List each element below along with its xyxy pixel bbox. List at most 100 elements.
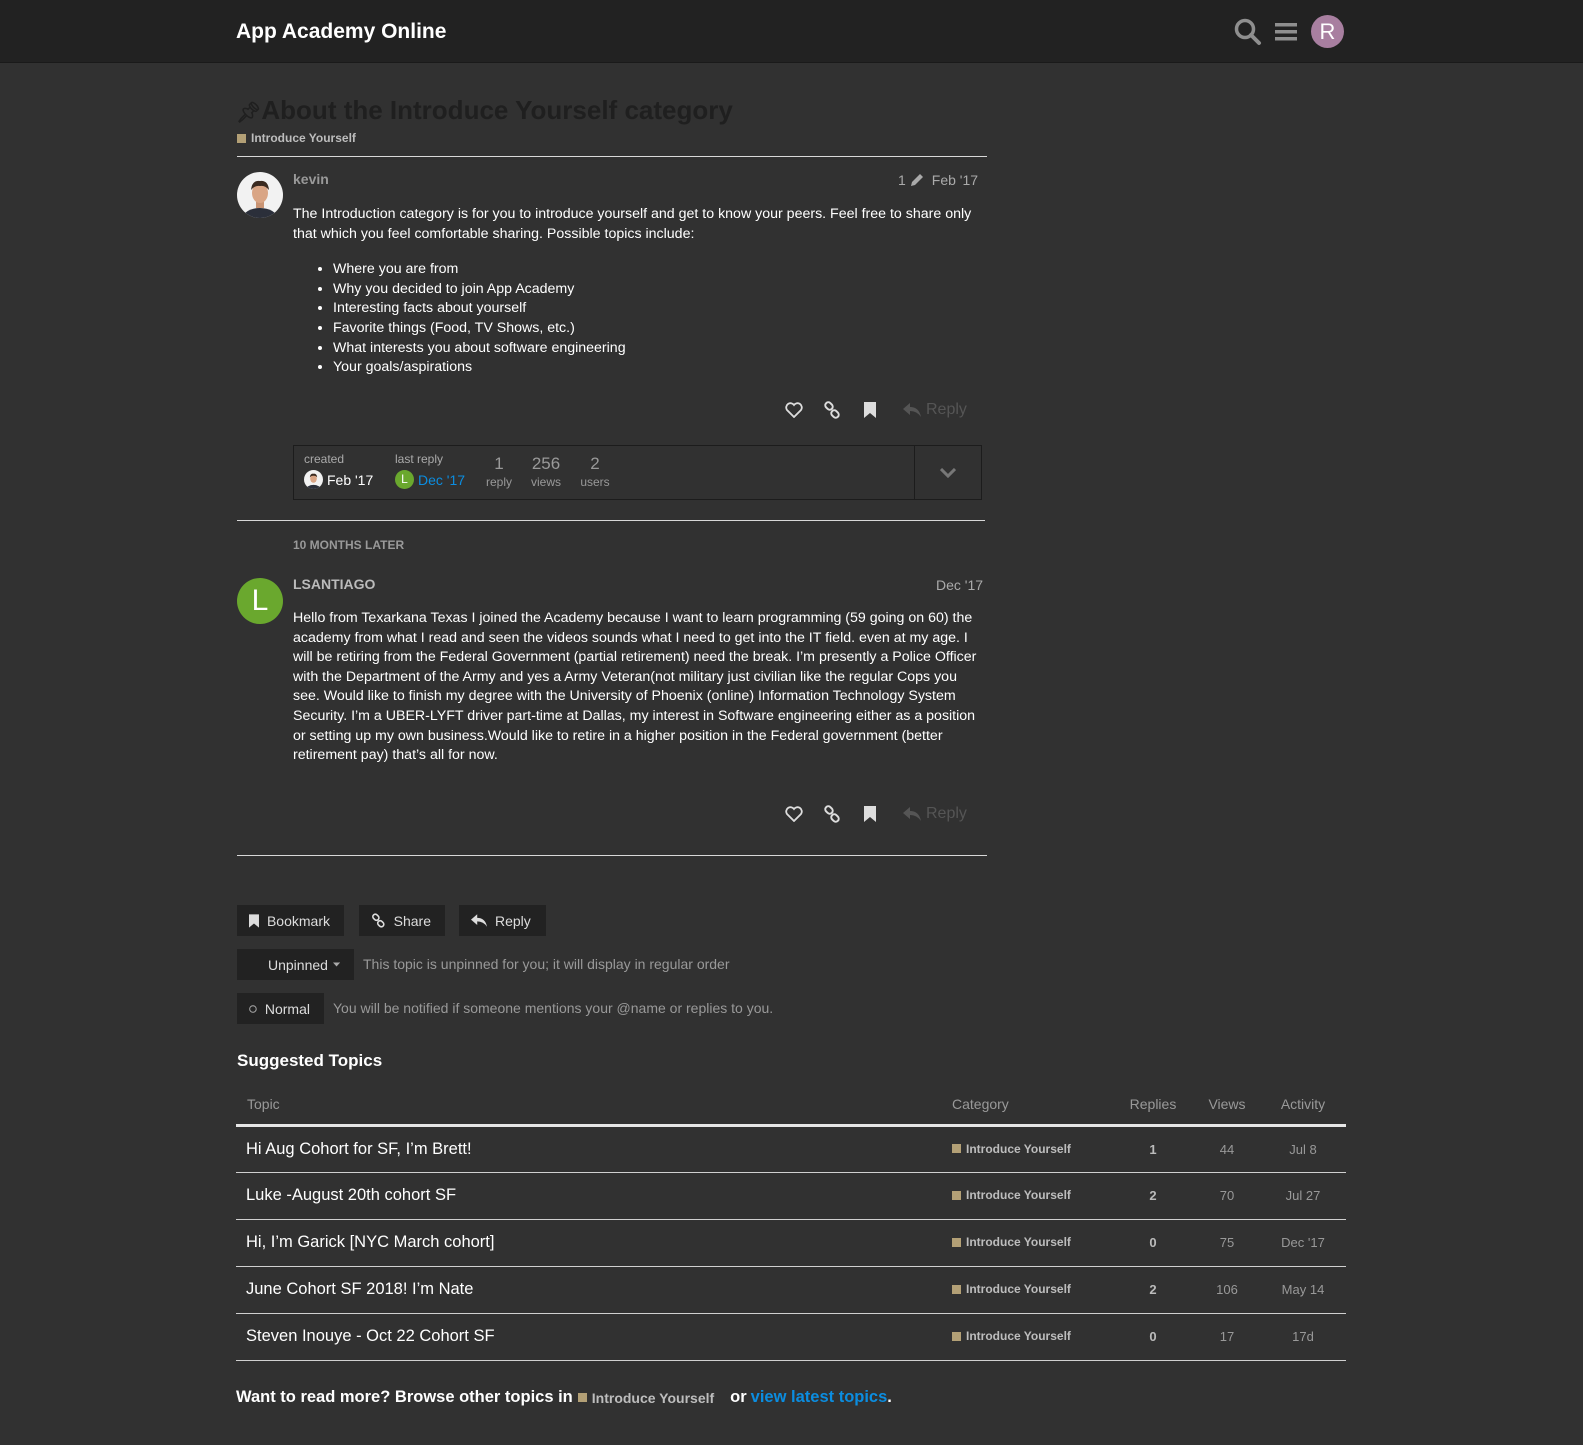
user-count-value: 2 <box>590 454 600 473</box>
category-badge[interactable]: Introduce Yourself <box>952 1188 1071 1202</box>
last-reply-date[interactable]: Dec '17 <box>418 472 465 488</box>
kevin-mini-avatar[interactable] <box>304 470 323 489</box>
category-badge[interactable]: Introduce Yourself <box>952 1282 1071 1296</box>
category-label: Introduce Yourself <box>966 1141 1071 1156</box>
post-reply-button[interactable]: Reply <box>903 401 967 419</box>
post-username[interactable]: kevin <box>293 171 329 187</box>
last-reply-info: last reply L Dec '17 <box>395 452 465 489</box>
kevin-avatar[interactable] <box>237 172 283 218</box>
category-color-swatch <box>952 1144 961 1153</box>
read-more-suffix: . <box>887 1388 892 1406</box>
reply-count: 2 <box>1112 1172 1194 1220</box>
table-row[interactable]: June Cohort SF 2018! I’m Nate Introduce … <box>236 1266 1346 1314</box>
topic-map: created Feb '17 last reply L Dec '17 1 r… <box>293 445 982 500</box>
reply-count: 0 <box>1112 1313 1194 1361</box>
lsantiago-mini-avatar[interactable]: L <box>395 470 414 489</box>
like-button[interactable] <box>775 802 813 826</box>
list-item: Interesting facts about yourself <box>333 299 983 319</box>
col-replies: Replies <box>1112 1085 1194 1127</box>
pin-status-label: Unpinned <box>268 956 328 973</box>
view-count: 75 <box>1194 1219 1260 1267</box>
created-value[interactable]: Feb '17 <box>304 470 373 489</box>
divider <box>237 156 987 157</box>
hamburger-menu-icon[interactable] <box>1272 17 1302 47</box>
lsantiago-avatar[interactable]: L <box>237 578 283 624</box>
notification-level-button[interactable]: Normal <box>237 993 324 1024</box>
time-gap: 10 MONTHS LATER <box>293 538 405 552</box>
user-count: 2 users <box>578 454 612 489</box>
bookmark-post-button[interactable] <box>851 802 889 826</box>
category-label: Introduce Yourself <box>251 131 356 145</box>
search-icon[interactable] <box>1233 17 1263 47</box>
category-color-swatch <box>952 1331 961 1341</box>
topic-suggestion-list: Where you are from Why you decided to jo… <box>333 260 983 378</box>
site-header: App Academy Online R <box>0 0 1583 63</box>
topic-link[interactable]: Luke -August 20th cohort SF <box>236 1172 952 1220</box>
link-icon <box>824 401 840 419</box>
topic-link[interactable]: Hi Aug Cohort for SF, I’m Brett! <box>236 1125 952 1173</box>
topic-map-expand-button[interactable] <box>914 446 981 499</box>
like-button[interactable] <box>775 398 813 422</box>
reply-icon <box>471 914 487 927</box>
category-color-swatch <box>952 1237 961 1247</box>
category-color-swatch <box>952 1284 961 1294</box>
activity[interactable]: 17d <box>1260 1313 1346 1361</box>
table-row[interactable]: Luke -August 20th cohort SF Introduce Yo… <box>236 1172 1346 1220</box>
bookmark-topic-button[interactable]: Bookmark <box>237 905 344 936</box>
pencil-icon[interactable] <box>910 173 924 187</box>
post-paragraph: The Introduction category is for you to … <box>293 206 972 242</box>
category-label: Introduce Yourself <box>591 1389 715 1406</box>
activity[interactable]: May 14 <box>1260 1266 1346 1314</box>
bookmark-icon <box>864 402 876 418</box>
table-row[interactable]: Steven Inouye - Oct 22 Cohort SF Introdu… <box>236 1313 1346 1361</box>
post-date[interactable]: Feb '17 <box>932 172 978 188</box>
read-more-category-badge[interactable]: Introduce Yourself <box>577 1389 715 1406</box>
reply-label: Reply <box>495 912 531 929</box>
topic-link[interactable]: Steven Inouye - Oct 22 Cohort SF <box>236 1313 952 1361</box>
category-color-swatch <box>952 1190 961 1200</box>
category-badge[interactable]: Introduce Yourself <box>952 1142 1071 1156</box>
share-topic-button[interactable]: Share <box>359 905 445 936</box>
topic-category-badge[interactable]: Introduce Yourself <box>237 131 356 145</box>
view-latest-topics-link[interactable]: view latest topics <box>751 1388 888 1407</box>
bookmark-post-button[interactable] <box>851 398 889 422</box>
reply-count: 1 <box>1112 1125 1194 1173</box>
bookmark-icon <box>864 806 876 822</box>
user-avatar[interactable]: R <box>1311 15 1344 48</box>
share-link-button[interactable] <box>813 802 851 826</box>
post-reply-button[interactable]: Reply <box>903 805 967 823</box>
category-label: Introduce Yourself <box>966 1329 1071 1343</box>
site-title[interactable]: App Academy Online <box>236 20 446 44</box>
reply-count: 2 <box>1112 1266 1194 1314</box>
topic-title-text: About the Introduce Yourself category <box>261 95 733 125</box>
last-reply-label: last reply <box>395 452 444 466</box>
topic-link[interactable]: June Cohort SF 2018! I’m Nate <box>236 1266 952 1314</box>
post-username[interactable]: LSANTIAGO <box>293 576 375 592</box>
chevron-down-icon <box>940 467 956 478</box>
post-content: The Introduction category is for you to … <box>293 205 983 378</box>
activity[interactable]: Jul 8 <box>1260 1125 1346 1173</box>
activity[interactable]: Jul 27 <box>1260 1172 1346 1220</box>
reply-topic-button[interactable]: Reply <box>459 905 546 936</box>
col-views: Views <box>1194 1085 1260 1127</box>
heart-icon <box>785 806 803 822</box>
table-row[interactable]: Hi Aug Cohort for SF, I’m Brett! Introdu… <box>236 1125 1346 1173</box>
col-topic: Topic <box>236 1085 952 1127</box>
post-date[interactable]: Dec '17 <box>936 577 983 593</box>
topic-title[interactable]: 📌︎About the Introduce Yourself category <box>236 95 733 126</box>
topic-link[interactable]: Hi, I’m Garick [NYC March cohort] <box>236 1219 952 1267</box>
activity[interactable]: Dec '17 <box>1260 1219 1346 1267</box>
share-link-button[interactable] <box>813 398 851 422</box>
category-badge[interactable]: Introduce Yourself <box>952 1235 1071 1249</box>
list-item: Where you are from <box>333 260 983 280</box>
last-reply-value[interactable]: L Dec '17 <box>395 470 465 489</box>
category-badge[interactable]: Introduce Yourself <box>952 1329 1071 1343</box>
edit-count[interactable]: 1 <box>898 172 906 188</box>
view-count: 44 <box>1194 1125 1260 1173</box>
category-label: Introduce Yourself <box>966 1282 1071 1296</box>
table-row[interactable]: Hi, I’m Garick [NYC March cohort] Introd… <box>236 1219 1346 1267</box>
pin-icon: 📌︎ <box>236 102 262 124</box>
pin-status-dropdown[interactable]: Unpinned <box>237 949 354 980</box>
link-icon <box>372 913 385 928</box>
list-item: Favorite things (Food, TV Shows, etc.) <box>333 319 983 339</box>
